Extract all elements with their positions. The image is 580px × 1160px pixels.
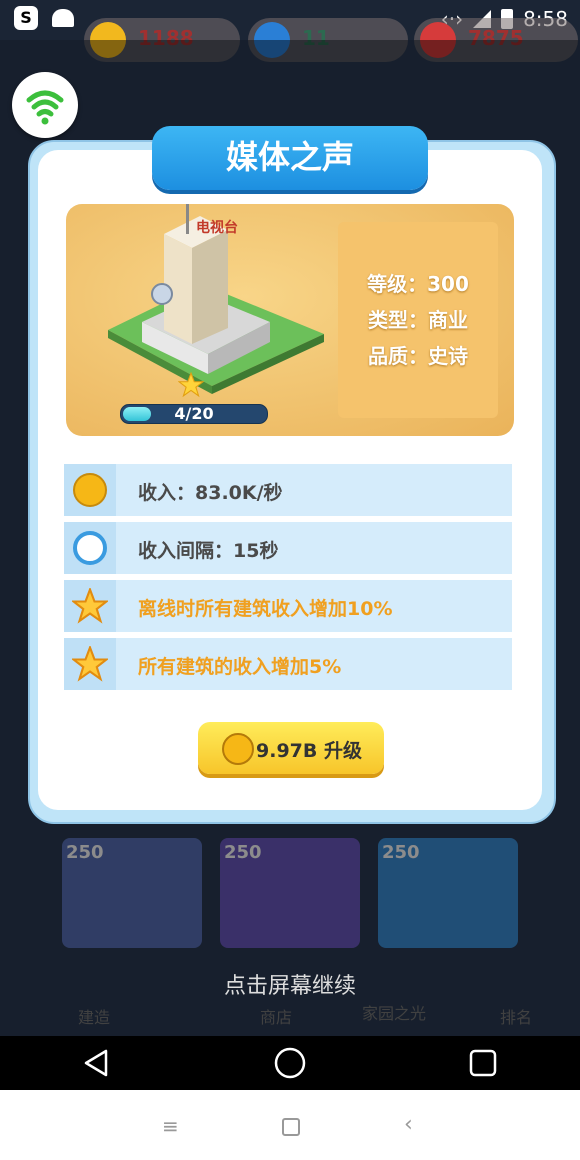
upgrade-button[interactable]: 9.97B 升级 [198,722,384,774]
recents-icon[interactable] [468,1048,498,1078]
android-nav-bar [0,1036,580,1090]
stat-offline-bonus: 离线时所有建筑收入增加10% [64,580,512,632]
tap-to-continue[interactable]: 点击屏幕继续 [0,968,580,1000]
star-icon [72,646,108,682]
building-info-box: 等级：300 类型：商业 品质：史诗 [338,222,498,418]
stat-interval-text: 收入间隔：15秒 [138,540,279,562]
app-s-icon: S [14,6,38,30]
star-icon [178,372,204,398]
stat-income-text: 收入：83.0K/秒 [138,482,283,504]
building-illustration: 电视台 [108,204,324,394]
secondary-nav-bar: ≡ ‹ [0,1090,580,1160]
info-quality: 品质：史诗 [368,344,468,368]
info-level: 等级：300 [367,272,469,296]
star-icon [72,588,108,624]
wifi-icon [26,90,64,125]
info-type: 类型：商业 [368,308,468,332]
upgrade-label: 升级 [324,740,363,762]
building-sign: 电视台 [196,219,238,236]
stat-income-bonus-text: 所有建筑的收入增加5% [138,656,342,678]
progress-bar: 4/20 [120,404,268,424]
panel-title: 媒体之声 [152,126,428,190]
upgrade-cost: 9.97B [256,740,318,762]
stat-income-bonus: 所有建筑的收入增加5% [64,638,512,690]
progress-text: 4/20 [174,404,214,423]
back-icon[interactable] [82,1048,112,1078]
stat-offline-bonus-text: 离线时所有建筑收入增加10% [138,598,393,620]
clock-icon [73,531,107,565]
menu-icon[interactable]: ≡ [162,1114,179,1138]
home-icon[interactable] [273,1046,307,1080]
coin-icon [222,733,254,765]
stat-income: 收入：83.0K/秒 [64,464,512,516]
square-icon[interactable] [282,1118,300,1136]
stat-interval: 收入间隔：15秒 [64,522,512,574]
android-icon [52,9,74,27]
coin-icon [73,473,107,507]
wifi-button[interactable] [12,72,78,138]
back-chevron-icon[interactable]: ‹ [404,1112,413,1137]
